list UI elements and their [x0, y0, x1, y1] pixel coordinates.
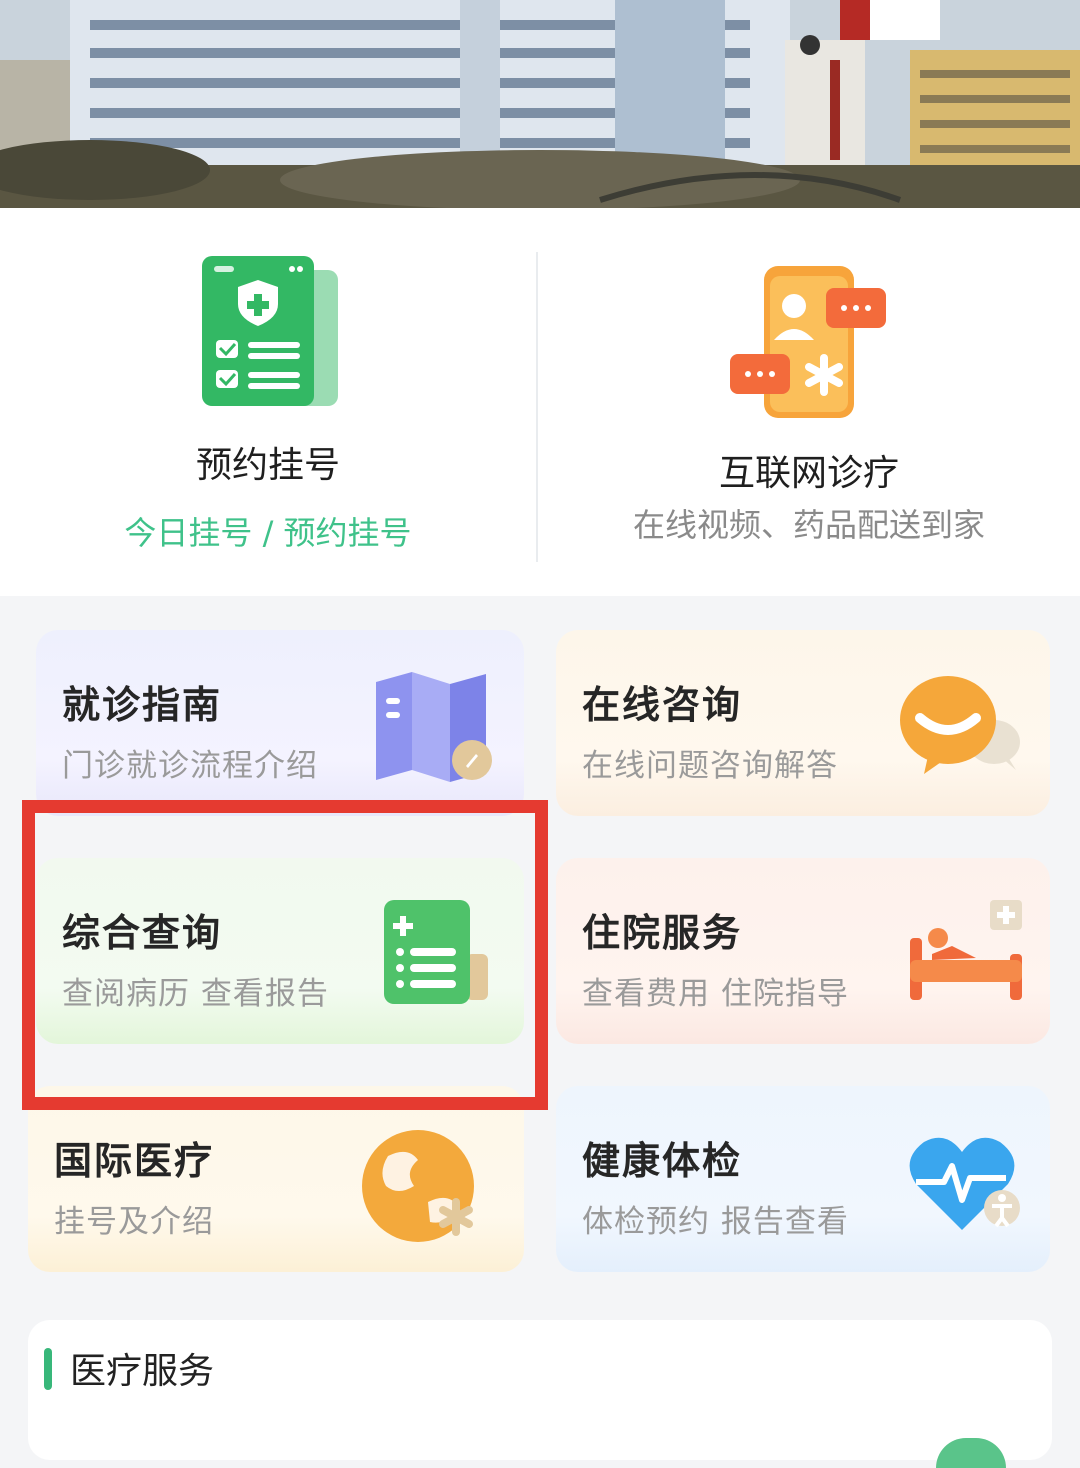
appointment-card-icon — [202, 256, 338, 406]
card-title: 国际医疗 — [54, 1139, 215, 1183]
guide-map-icon — [376, 672, 492, 782]
medical-services-section: 医疗服务 — [28, 1320, 1052, 1468]
primary-actions-panel: 预约挂号 今日挂号 / 预约挂号 互联网诊疗 在线视频、药品配送到家 — [0, 208, 1080, 596]
card-subtitle: 挂号及介绍 — [54, 1204, 214, 1240]
card-title: 综合查询 — [62, 911, 223, 955]
international-medical-card[interactable]: 国际医疗 挂号及介绍 — [28, 1086, 524, 1272]
appointment-registration-button[interactable]: 预约挂号 今日挂号 / 预约挂号 — [0, 208, 536, 596]
visit-guide-card[interactable]: 就诊指南 门诊就诊流程介绍 — [36, 630, 524, 816]
card-subtitle: 查看费用 住院指导 — [582, 976, 849, 1012]
globe-icon — [362, 1130, 474, 1242]
health-checkup-card[interactable]: 健康体检 体检预约 报告查看 — [556, 1086, 1050, 1272]
card-subtitle: 查阅病历 查看报告 — [62, 976, 329, 1012]
heart-pulse-icon — [909, 1137, 1020, 1230]
card-subtitle: 在线问题咨询解答 — [582, 748, 838, 784]
hospital-bed-icon — [910, 900, 1022, 1000]
online-consult-card[interactable]: 在线咨询 在线问题咨询解答 — [556, 630, 1050, 816]
primary-action-title: 预约挂号 — [195, 445, 340, 486]
card-subtitle: 门诊就诊流程介绍 — [62, 748, 318, 784]
card-title: 在线咨询 — [582, 683, 743, 727]
internet-diagnosis-button[interactable]: 互联网诊疗 在线视频、药品配送到家 — [538, 208, 1080, 596]
card-title: 住院服务 — [582, 911, 743, 955]
partial-icon — [936, 1438, 1006, 1468]
record-list-icon — [384, 900, 488, 1004]
hospital-banner-image — [0, 0, 1080, 208]
section-title: 医疗服务 — [70, 1351, 215, 1392]
card-subtitle: 体检预约 报告查看 — [582, 1204, 849, 1240]
inpatient-service-card[interactable]: 住院服务 查看费用 住院指导 — [556, 858, 1050, 1044]
primary-action-subtitle: 在线视频、药品配送到家 — [632, 506, 985, 544]
card-title: 就诊指南 — [62, 683, 223, 727]
online-consult-phone-icon — [730, 266, 886, 418]
primary-action-subtitle: 今日挂号 / 预约挂号 — [124, 514, 412, 552]
primary-action-title: 互联网诊疗 — [718, 453, 899, 494]
comprehensive-query-card[interactable]: 综合查询 查阅病历 查看报告 — [36, 858, 524, 1044]
chat-bubble-icon — [900, 676, 1020, 774]
section-accent-bar — [44, 1348, 52, 1390]
card-title: 健康体检 — [582, 1139, 743, 1183]
